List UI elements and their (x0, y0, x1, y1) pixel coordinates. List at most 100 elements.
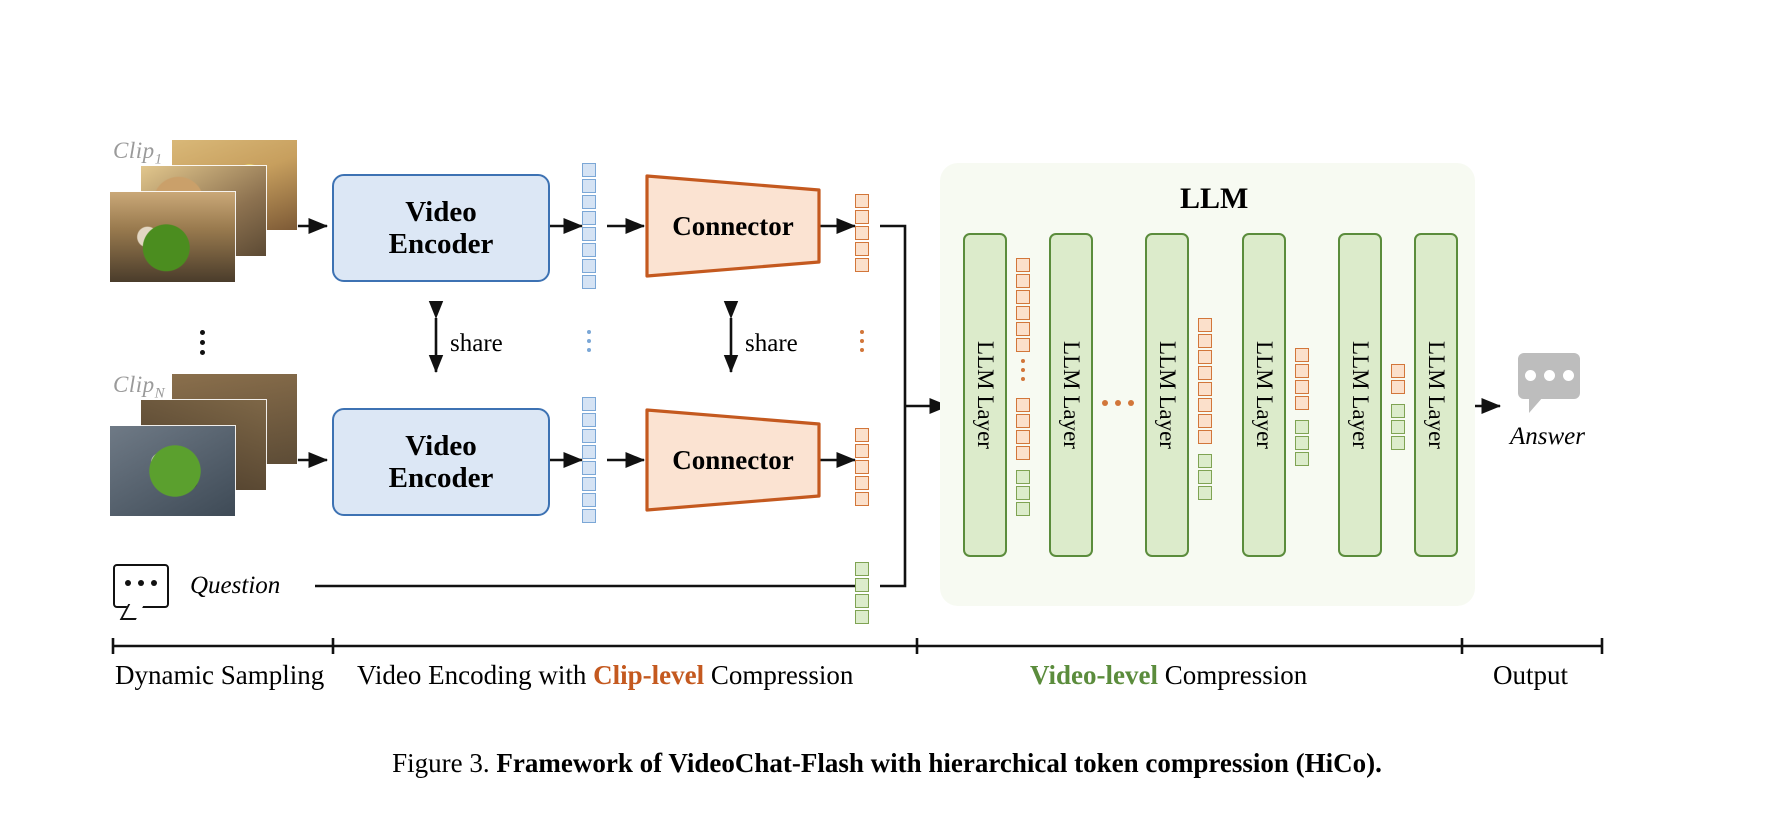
token-square (1198, 366, 1212, 380)
token-square (1016, 306, 1030, 320)
clip-frame (110, 192, 235, 282)
llm-layer-label: LLM Layer (1155, 341, 1180, 449)
answer-label: Answer (1510, 423, 1585, 450)
llm-title: LLM (1180, 182, 1249, 215)
caption-bold: Framework of VideoChat-Flash with hierar… (496, 748, 1382, 778)
clip-level-highlight: Clip-level (593, 660, 705, 690)
token-square (582, 445, 596, 459)
llm-layer-label: LLM Layer (1424, 341, 1449, 449)
token-square (855, 194, 869, 208)
token-square (1016, 322, 1030, 336)
llm-layer-label: LLM Layer (1059, 341, 1084, 449)
connector-token-ellipsis (860, 330, 864, 352)
token-square (1295, 452, 1309, 466)
connector-top[interactable]: Connector (645, 174, 821, 278)
token-square (582, 211, 596, 225)
token-square (1391, 364, 1405, 378)
axis-label-output: Output (1493, 660, 1569, 690)
token-square (1391, 420, 1405, 434)
token-square (582, 461, 596, 475)
connector-bottom[interactable]: Connector (645, 408, 821, 512)
token-square (1016, 290, 1030, 304)
llm-layer-5[interactable]: LLM Layer (1338, 233, 1382, 557)
llm-layer-2[interactable]: LLM Layer (1049, 233, 1093, 557)
token-square (1016, 414, 1030, 428)
token-square (582, 227, 596, 241)
token-square (582, 397, 596, 411)
axis-label-clip-level: Video Encoding with Clip-level Compressi… (357, 660, 854, 690)
token-square (1016, 274, 1030, 288)
token-square (582, 243, 596, 257)
token-square (1295, 420, 1309, 434)
token-square (1198, 414, 1212, 428)
connector-shape (645, 174, 821, 278)
token-square (855, 594, 869, 608)
token-square (855, 562, 869, 576)
video-encoder-line2: Encoder (388, 462, 494, 494)
token-square (855, 610, 869, 624)
token-square (1295, 380, 1309, 394)
clip-first-thumbnail-stack (110, 140, 310, 285)
axis-label-video-level: Video-level Compression (1030, 660, 1308, 690)
token-square (1295, 396, 1309, 410)
token-square (855, 476, 869, 490)
token-square (582, 429, 596, 443)
share-label-encoder: share (450, 330, 503, 357)
token-square (1198, 382, 1212, 396)
clip-last-thumbnail-stack (110, 374, 310, 519)
token-square (1016, 486, 1030, 500)
llm-layer-1[interactable]: LLM Layer (963, 233, 1007, 557)
video-encoder-top[interactable]: Video Encoder (332, 174, 550, 282)
llm-layer-label: LLM Layer (973, 341, 998, 449)
llm-layer-4[interactable]: LLM Layer (1242, 233, 1286, 557)
token-square (1016, 502, 1030, 516)
token-square (1198, 318, 1212, 332)
token-square (855, 242, 869, 256)
token-square (1016, 446, 1030, 460)
token-square (1391, 380, 1405, 394)
token-square (1295, 436, 1309, 450)
token-square (1016, 430, 1030, 444)
token-square (582, 259, 596, 273)
token-square (1198, 454, 1212, 468)
llm-layer-label: LLM Layer (1252, 341, 1277, 449)
token-square (1391, 404, 1405, 418)
token-square (1016, 470, 1030, 484)
llm-layer-6[interactable]: LLM Layer (1414, 233, 1458, 557)
token-square (855, 210, 869, 224)
connector-shape (645, 408, 821, 512)
stage-axis (111, 638, 1604, 654)
token-square (1295, 364, 1309, 378)
token-square (1198, 430, 1212, 444)
token-square (582, 477, 596, 491)
question-label: Question (190, 572, 281, 599)
token-square (582, 413, 596, 427)
video-level-highlight: Video-level (1030, 660, 1158, 690)
share-label-connector: share (745, 330, 798, 357)
encoder-token-ellipsis (587, 330, 591, 352)
token-square (582, 163, 596, 177)
token-square (582, 195, 596, 209)
token-square (582, 179, 596, 193)
token-square (1198, 350, 1212, 364)
figure-caption: Figure 3. Framework of VideoChat-Flash w… (0, 748, 1774, 779)
token-square (582, 493, 596, 507)
llm-layer-3[interactable]: LLM Layer (1145, 233, 1189, 557)
token-square (855, 492, 869, 506)
token-square (855, 258, 869, 272)
token-square (1016, 258, 1030, 272)
token-square (582, 275, 596, 289)
token-square (855, 428, 869, 442)
ellipsis-dots (1518, 370, 1580, 381)
token-square (1198, 486, 1212, 500)
llm-layer-label: LLM Layer (1348, 341, 1373, 449)
answer-bubble-icon (1518, 353, 1580, 413)
token-square (1198, 334, 1212, 348)
clip-frame (110, 426, 235, 516)
ellipsis-dots (115, 580, 167, 586)
llm-token-ellipsis (1021, 359, 1025, 381)
video-encoder-bottom[interactable]: Video Encoder (332, 408, 550, 516)
token-square (855, 444, 869, 458)
token-square (1391, 436, 1405, 450)
token-square (855, 578, 869, 592)
